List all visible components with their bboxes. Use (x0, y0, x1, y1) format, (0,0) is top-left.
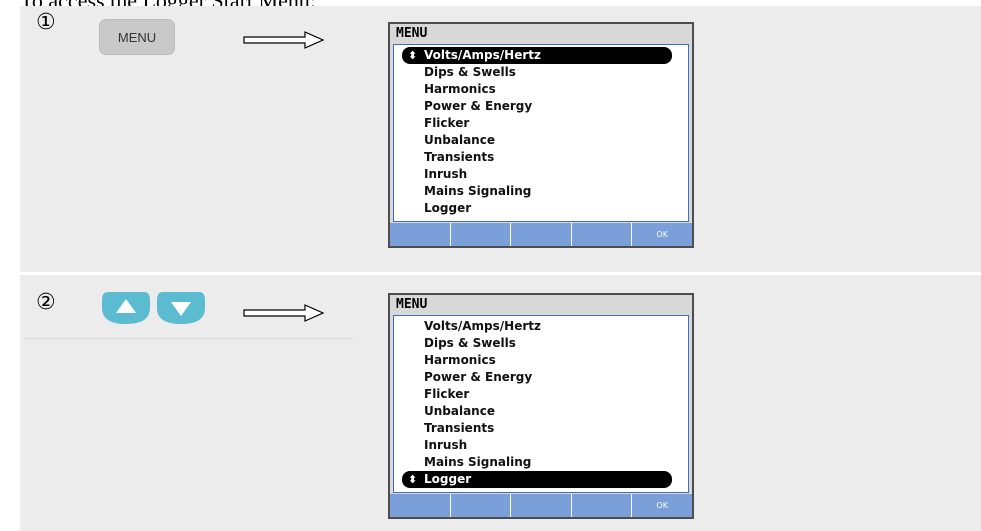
menu-item[interactable]: Dips & Swells (402, 335, 672, 352)
menu-screen-1: MENU ⬍ Volts/Amps/Hertz Dips & Swells Harmo… (388, 22, 694, 248)
menu-item[interactable]: Harmonics (402, 81, 672, 98)
screen-title: MENU (396, 297, 428, 312)
menu-item[interactable]: ⬍ Volts/Amps/Hertz (402, 47, 672, 64)
softkey-4[interactable] (572, 223, 633, 246)
menu-item-label: Volts/Amps/Hertz (424, 319, 541, 333)
softkey-bar: OK (390, 494, 692, 517)
menu-list: Volts/Amps/Hertz Dips & Swells Harmonics Po… (393, 315, 689, 493)
softkey-1[interactable] (390, 223, 451, 246)
menu-item-label: Harmonics (424, 82, 496, 96)
arrow-right-icon (243, 31, 325, 49)
menu-item[interactable]: Harmonics (402, 352, 672, 369)
softkey-4[interactable] (572, 494, 633, 517)
menu-list: ⬍ Volts/Amps/Hertz Dips & Swells Harmonics P… (393, 44, 689, 222)
menu-item[interactable]: Unbalance (402, 403, 672, 420)
menu-item-label: Flicker (424, 116, 470, 130)
menu-item[interactable]: Inrush (402, 166, 672, 183)
menu-item-label: Inrush (424, 167, 468, 181)
menu-item[interactable]: Inrush (402, 437, 672, 454)
menu-item[interactable]: Unbalance (402, 132, 672, 149)
menu-item[interactable]: Mains Signaling (402, 454, 672, 471)
menu-item[interactable]: Mains Signaling (402, 183, 672, 200)
menu-item-label: Harmonics (424, 353, 496, 367)
up-arrow-key[interactable] (100, 290, 152, 326)
menu-item-label: Transients (424, 150, 495, 164)
menu-item[interactable]: Flicker (402, 115, 672, 132)
menu-item-label: Power & Energy (424, 99, 533, 113)
softkey-2[interactable] (451, 223, 512, 246)
menu-item[interactable]: Power & Energy (402, 369, 672, 386)
menu-item-label: Dips & Swells (424, 65, 516, 79)
step-2-number: ② (36, 290, 56, 315)
menu-item-label: Mains Signaling (424, 455, 532, 469)
menu-item[interactable]: Flicker (402, 386, 672, 403)
menu-item-label: Logger (424, 201, 472, 215)
menu-item[interactable]: Dips & Swells (402, 64, 672, 81)
menu-item[interactable]: Transients (402, 149, 672, 166)
softkey-5[interactable]: OK (632, 494, 692, 517)
menu-item-label: Power & Energy (424, 370, 533, 384)
menu-item-label: Flicker (424, 387, 470, 401)
menu-item-label: Mains Signaling (424, 184, 532, 198)
softkey-3[interactable] (511, 494, 572, 517)
menu-item-label: Unbalance (424, 133, 495, 147)
up-down-selector-icon: ⬍ (408, 49, 418, 62)
menu-item-label: Volts/Amps/Hertz (424, 48, 541, 62)
menu-item[interactable]: ⬍ Logger (402, 471, 672, 488)
softkey-1[interactable] (390, 494, 451, 517)
arrow-right-icon (243, 304, 325, 322)
menu-item-label: Dips & Swells (424, 336, 516, 350)
menu-item-label: Logger (424, 472, 472, 486)
menu-item[interactable]: Volts/Amps/Hertz (402, 318, 672, 335)
separator-line (24, 338, 354, 339)
menu-item-label: Unbalance (424, 404, 495, 418)
softkey-5[interactable]: OK (632, 223, 692, 246)
up-down-selector-icon: ⬍ (408, 473, 418, 486)
down-arrow-key[interactable] (155, 290, 207, 326)
step-1-number: ① (36, 10, 56, 35)
menu-item-label: Transients (424, 421, 495, 435)
softkey-2[interactable] (451, 494, 512, 517)
menu-item[interactable]: Power & Energy (402, 98, 672, 115)
softkey-3[interactable] (511, 223, 572, 246)
softkey-bar: OK (390, 223, 692, 246)
menu-item-label: Inrush (424, 438, 468, 452)
menu-item[interactable]: Logger (402, 200, 672, 217)
menu-key-button[interactable]: MENU (99, 19, 175, 55)
menu-item[interactable]: Transients (402, 420, 672, 437)
screen-title: MENU (396, 26, 428, 41)
menu-screen-2: MENU Volts/Amps/Hertz Dips & Swells Harmon… (388, 293, 694, 519)
